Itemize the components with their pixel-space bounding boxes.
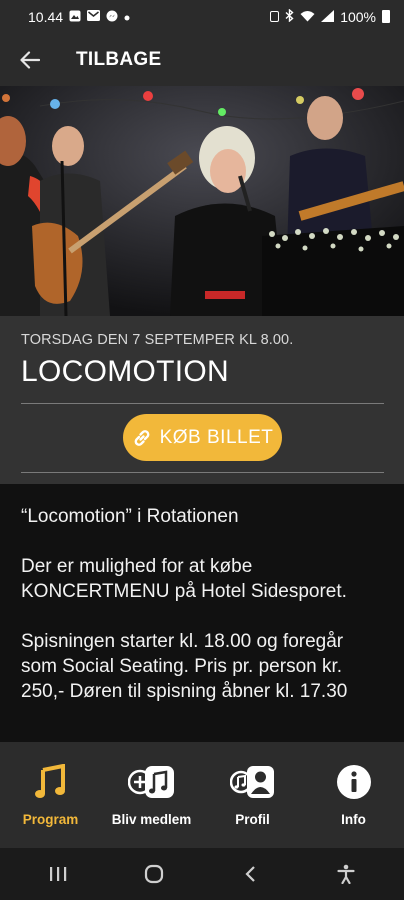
arrow-left-icon — [20, 50, 40, 69]
description-paragraph: Der er mulighed for at købe KONCERTMENU … — [21, 556, 347, 602]
buy-ticket-label: KØB BILLET — [159, 426, 274, 448]
music-note-icon — [34, 762, 67, 802]
status-time: 10.44 — [28, 8, 64, 25]
battery-icon — [382, 10, 390, 23]
info-icon — [336, 762, 372, 802]
back-button[interactable] — [0, 33, 60, 86]
back-nav-button[interactable] — [220, 854, 280, 894]
tab-program[interactable]: Program — [3, 762, 99, 848]
wifi-icon — [300, 9, 315, 25]
tab-profil[interactable]: Profil — [205, 762, 301, 848]
event-title: LOCOMOTION — [21, 355, 230, 388]
mail-icon — [87, 10, 101, 23]
bottom-tab-bar: Program Bliv medlem Profil Info — [0, 742, 404, 848]
buy-ticket-button[interactable]: KØB BILLET — [123, 414, 282, 461]
app-bar: TILBAGE — [0, 33, 404, 86]
profile-icon — [229, 762, 276, 802]
messenger-icon — [106, 10, 118, 24]
status-bar: 10.44 100% — [0, 0, 404, 33]
event-description: “Locomotion” i Rotationen Der er mulighe… — [0, 484, 404, 742]
tab-label: Info — [341, 812, 366, 827]
description-paragraph: “Locomotion” i Rotationen — [21, 506, 239, 527]
tab-label: Program — [22, 812, 79, 827]
gallery-icon — [69, 10, 81, 24]
accessibility-icon — [337, 864, 355, 884]
recent-apps-button[interactable] — [28, 854, 88, 894]
system-nav-bar — [0, 848, 404, 900]
description-paragraph: Spisningen starter kl. 18.00 og foregår … — [21, 631, 348, 702]
battery-percent: 100% — [340, 8, 376, 25]
sim-icon — [270, 11, 280, 22]
event-info-panel: TORSDAG DEN 7 SEPTEMPER KL 8.00. LOCOMOT… — [0, 316, 404, 484]
add-member-icon — [127, 762, 176, 802]
signal-icon — [321, 9, 335, 25]
accessibility-button[interactable] — [316, 854, 376, 894]
dot-icon — [124, 11, 130, 23]
bluetooth-icon — [285, 8, 294, 25]
tab-label: Bliv medlem — [111, 812, 192, 827]
event-date: TORSDAG DEN 7 SEPTEMPER KL 8.00. — [21, 332, 294, 348]
tab-label: Profil — [235, 812, 270, 827]
divider-bottom — [21, 472, 384, 473]
home-icon — [144, 864, 164, 884]
status-right: 100% — [270, 8, 390, 25]
chevron-left-icon — [245, 866, 255, 882]
status-left: 10.44 — [28, 9, 130, 25]
tab-bliv-medlem[interactable]: Bliv medlem — [104, 762, 200, 848]
back-title[interactable]: TILBAGE — [76, 49, 162, 71]
link-icon — [134, 429, 149, 446]
home-button[interactable] — [124, 854, 184, 894]
event-photo — [0, 86, 404, 316]
divider-top — [21, 403, 384, 404]
tab-info[interactable]: Info — [306, 762, 402, 848]
recent-apps-icon — [50, 867, 67, 881]
